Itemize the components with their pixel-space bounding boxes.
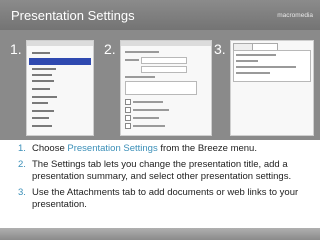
menu-bar — [27, 41, 93, 46]
title-bar: Presentation Settings macromedia — [0, 0, 320, 30]
screenshot-label-3: 3. — [214, 41, 226, 57]
screenshot-label-1: 1. — [10, 41, 22, 57]
presentation-settings-link: Presentation Settings — [67, 143, 158, 154]
step-number: 2. — [18, 159, 26, 170]
instruction-list: 1. Choose Presentation Settings from the… — [18, 143, 313, 215]
step-number: 3. — [18, 187, 26, 198]
list-item: 1. Choose Presentation Settings from the… — [18, 143, 257, 154]
menu-item-highlighted — [29, 58, 91, 65]
brand-logo: macromedia — [277, 12, 313, 19]
screenshot-attachments-tab — [230, 40, 314, 136]
screenshot-label-2: 2. — [104, 41, 116, 57]
footer-bar — [0, 228, 320, 240]
step-number: 1. — [18, 143, 26, 154]
list-item: 3. Use the Attachments tab to add docume… — [18, 187, 299, 210]
attachments-tab — [252, 43, 278, 50]
page-title: Presentation Settings — [11, 8, 135, 23]
screenshot-breeze-menu — [26, 40, 94, 136]
list-item: 2. The Settings tab lets you change the … — [18, 159, 292, 182]
screenshot-settings-tab — [120, 40, 212, 136]
